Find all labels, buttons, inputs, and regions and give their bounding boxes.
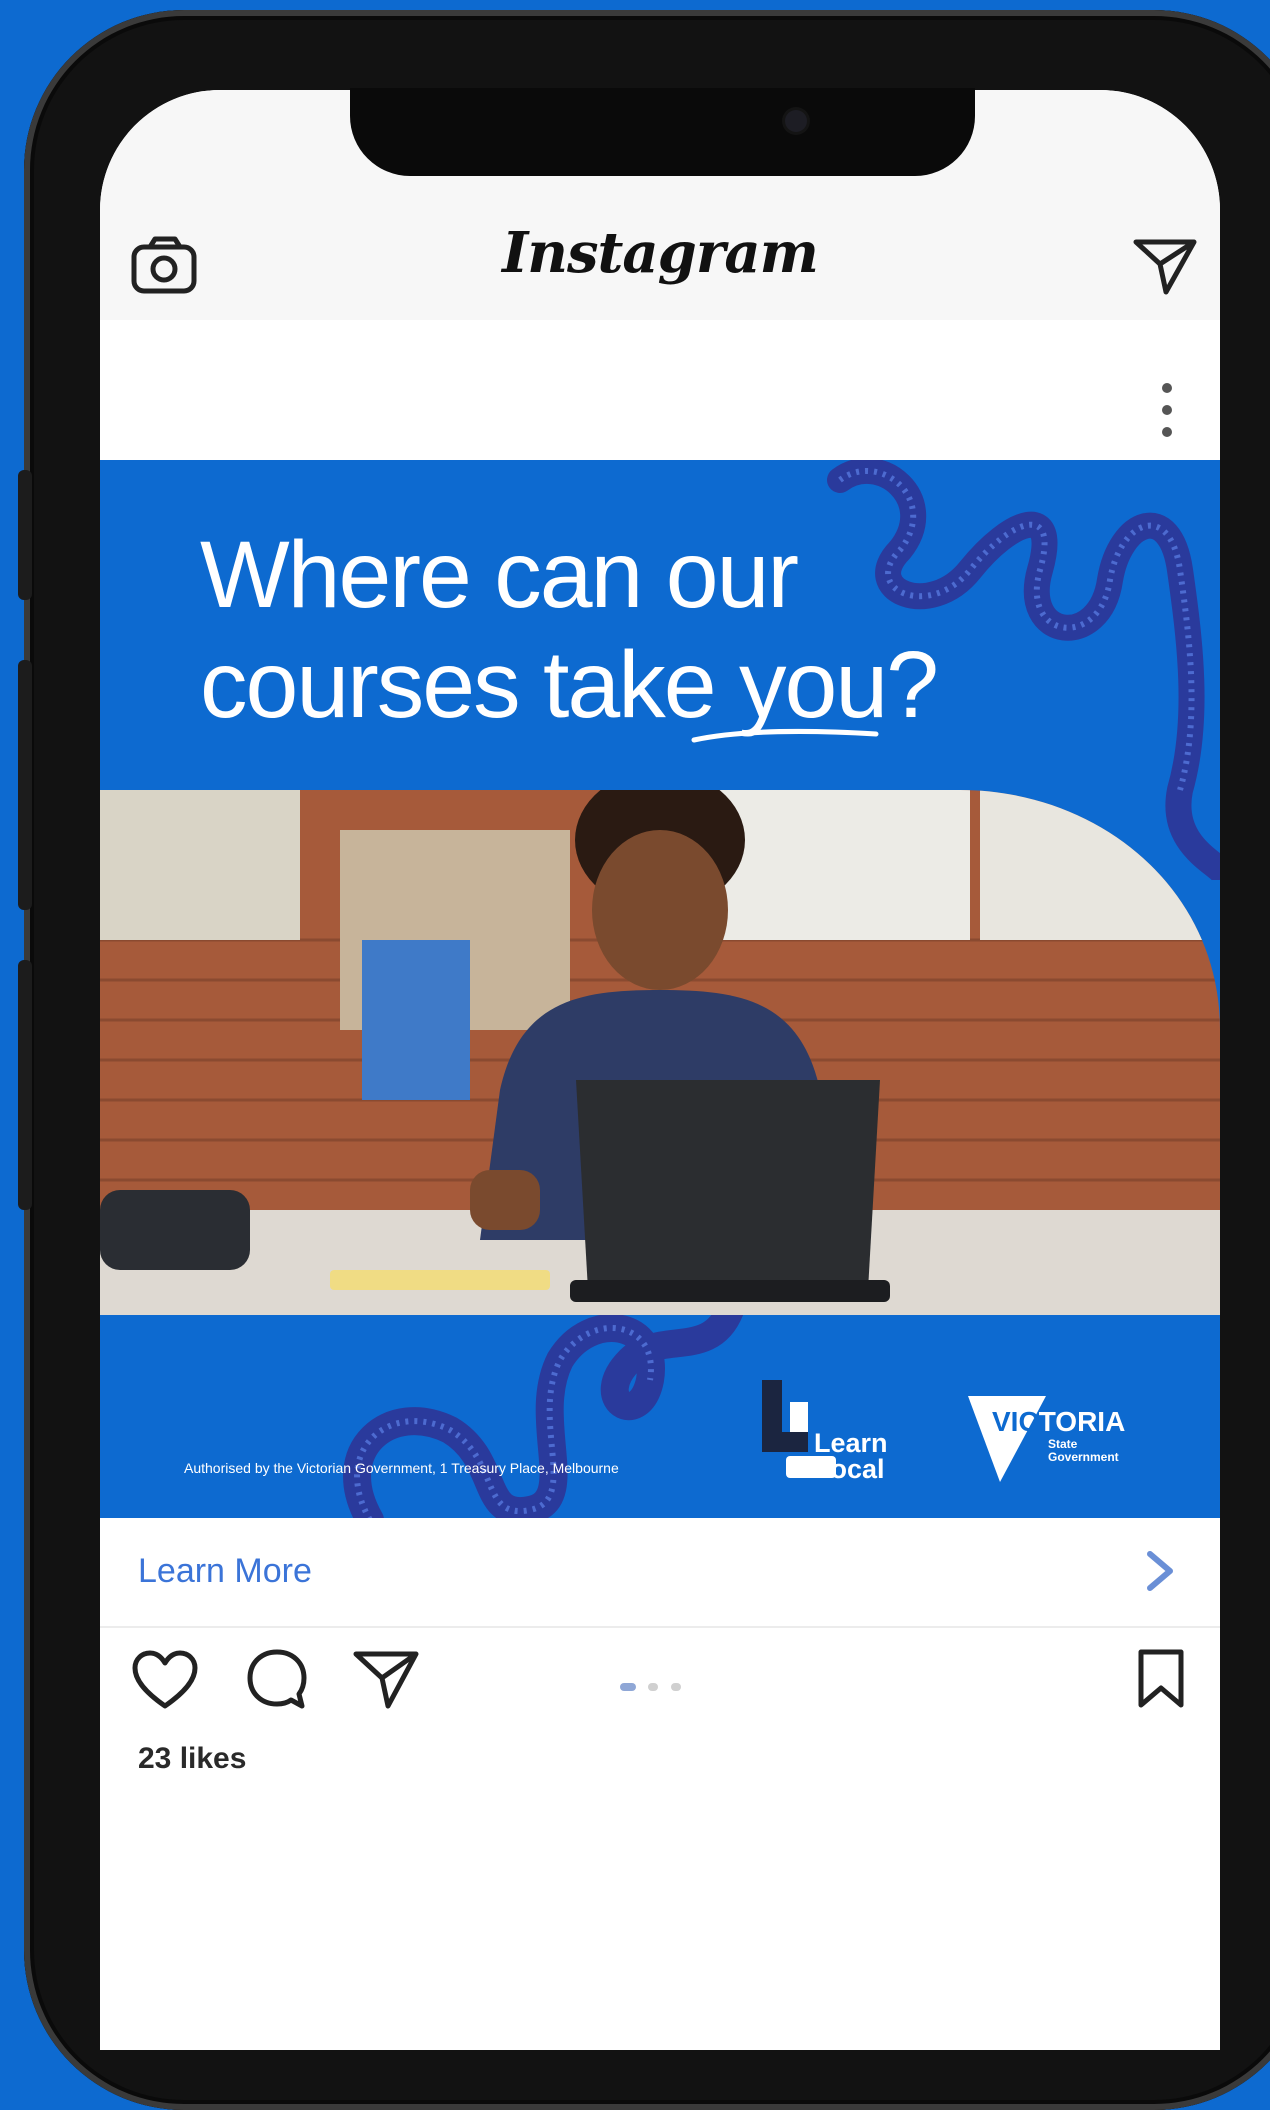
likes-count[interactable]: 23 likes	[138, 1742, 246, 1776]
carousel-dot	[648, 1683, 659, 1691]
victoria-logo-title: VICTORIA	[992, 1406, 1125, 1438]
instagram-logo: Instagram	[502, 220, 819, 286]
victoria-logo-title-part: TORIA	[1038, 1406, 1126, 1437]
comment-icon[interactable]	[246, 1648, 308, 1712]
learn-more-bar[interactable]: Learn More	[100, 1518, 1220, 1628]
side-button	[18, 960, 32, 1210]
headline-line-1: Where can our	[200, 522, 799, 628]
chevron-right-icon[interactable]	[1140, 1546, 1180, 1596]
student-photo	[100, 790, 1220, 1315]
front-camera	[785, 110, 807, 132]
learn-local-logo-text: Learn Local	[814, 1428, 888, 1484]
side-button	[18, 470, 32, 600]
victoria-sub-2: Government	[1048, 1450, 1119, 1464]
headline-line-2-prefix: courses take	[200, 632, 739, 738]
side-button	[18, 660, 32, 910]
post-header	[100, 320, 1220, 460]
headline-underline	[691, 729, 879, 743]
phone-screen: Instagram Where can our courses take you…	[100, 90, 1220, 2050]
carousel-dot	[670, 1683, 681, 1691]
share-icon[interactable]	[352, 1648, 420, 1712]
carousel-dot	[620, 1683, 636, 1691]
more-options-icon[interactable]	[1160, 380, 1174, 440]
ad-creative[interactable]: Where can our courses take you? Authoris…	[100, 460, 1220, 1518]
victoria-logo-title-part: VIC	[992, 1406, 1039, 1437]
learn-local-word-1: Learn	[814, 1428, 888, 1458]
learn-more-link[interactable]: Learn More	[138, 1552, 312, 1591]
phone-notch	[350, 88, 975, 176]
squiggle-decoration	[343, 1300, 744, 1518]
carousel-indicator	[620, 1678, 689, 1696]
heart-icon[interactable]	[132, 1650, 198, 1710]
learn-local-word-2: Local	[814, 1454, 885, 1484]
ad-disclaimer: Authorised by the Victorian Government, …	[184, 1460, 619, 1476]
victoria-logo-subtitle: State Government	[1048, 1438, 1119, 1464]
post-actions	[100, 1628, 1220, 1728]
direct-message-icon[interactable]	[1130, 230, 1200, 300]
ad-headline: Where can our courses take you?	[200, 520, 939, 740]
bookmark-icon[interactable]	[1136, 1648, 1186, 1710]
